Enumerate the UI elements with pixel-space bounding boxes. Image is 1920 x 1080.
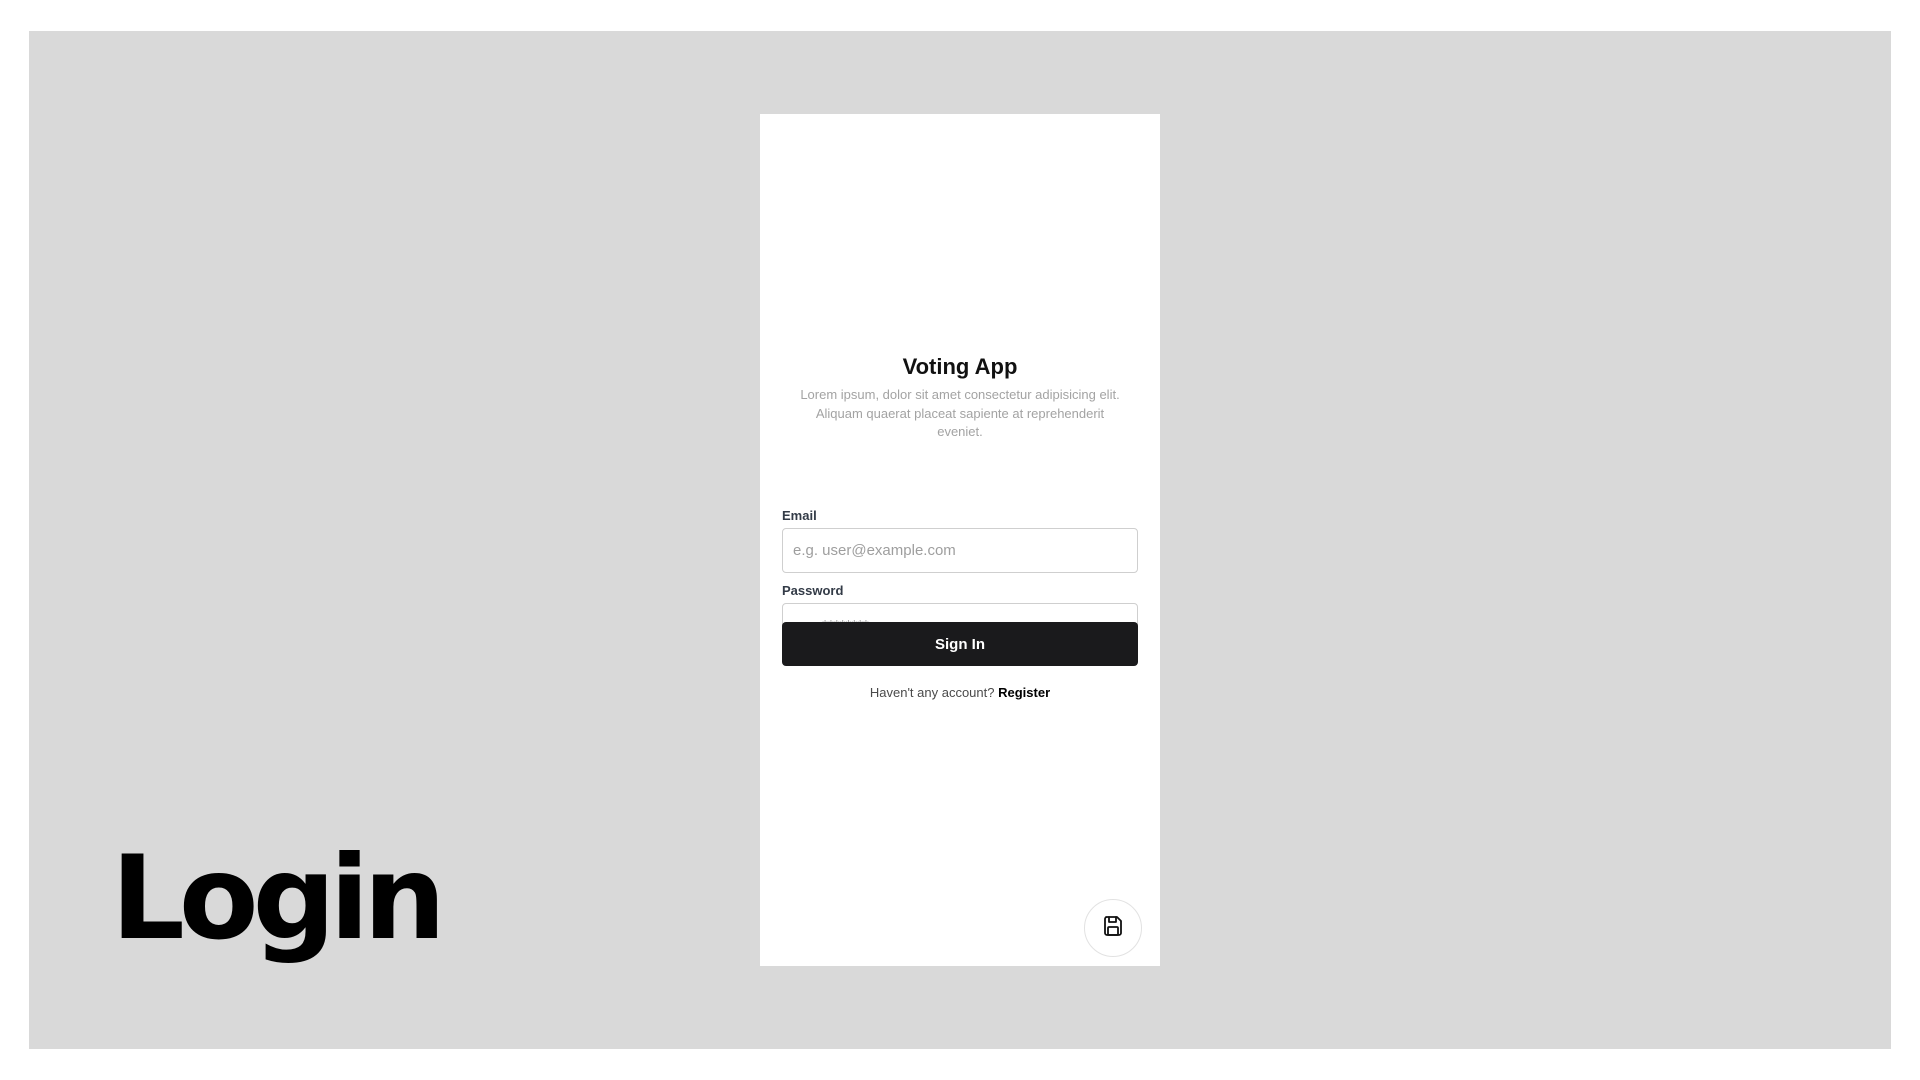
save-button[interactable] [1084,899,1142,957]
email-label: Email [782,508,817,523]
app-title: Voting App [902,354,1018,379]
mobile-screen: Voting App Lorem ipsum, dolor sit amet c… [760,114,1160,966]
register-link[interactable]: Register [998,685,1050,700]
screen-name-label: Login [111,831,446,966]
save-icon [1101,914,1125,943]
password-label: Password [782,583,844,598]
app-description: Lorem ipsum, dolor sit amet consectetur … [800,387,1120,439]
register-row: Haven't any account? Register [760,685,1160,700]
sign-in-button[interactable]: Sign In [782,622,1138,666]
register-prompt: Haven't any account? [869,685,995,700]
presentation-canvas: Login Voting App Lorem ipsum, dolor sit … [29,31,1891,1049]
email-field[interactable] [782,528,1138,573]
